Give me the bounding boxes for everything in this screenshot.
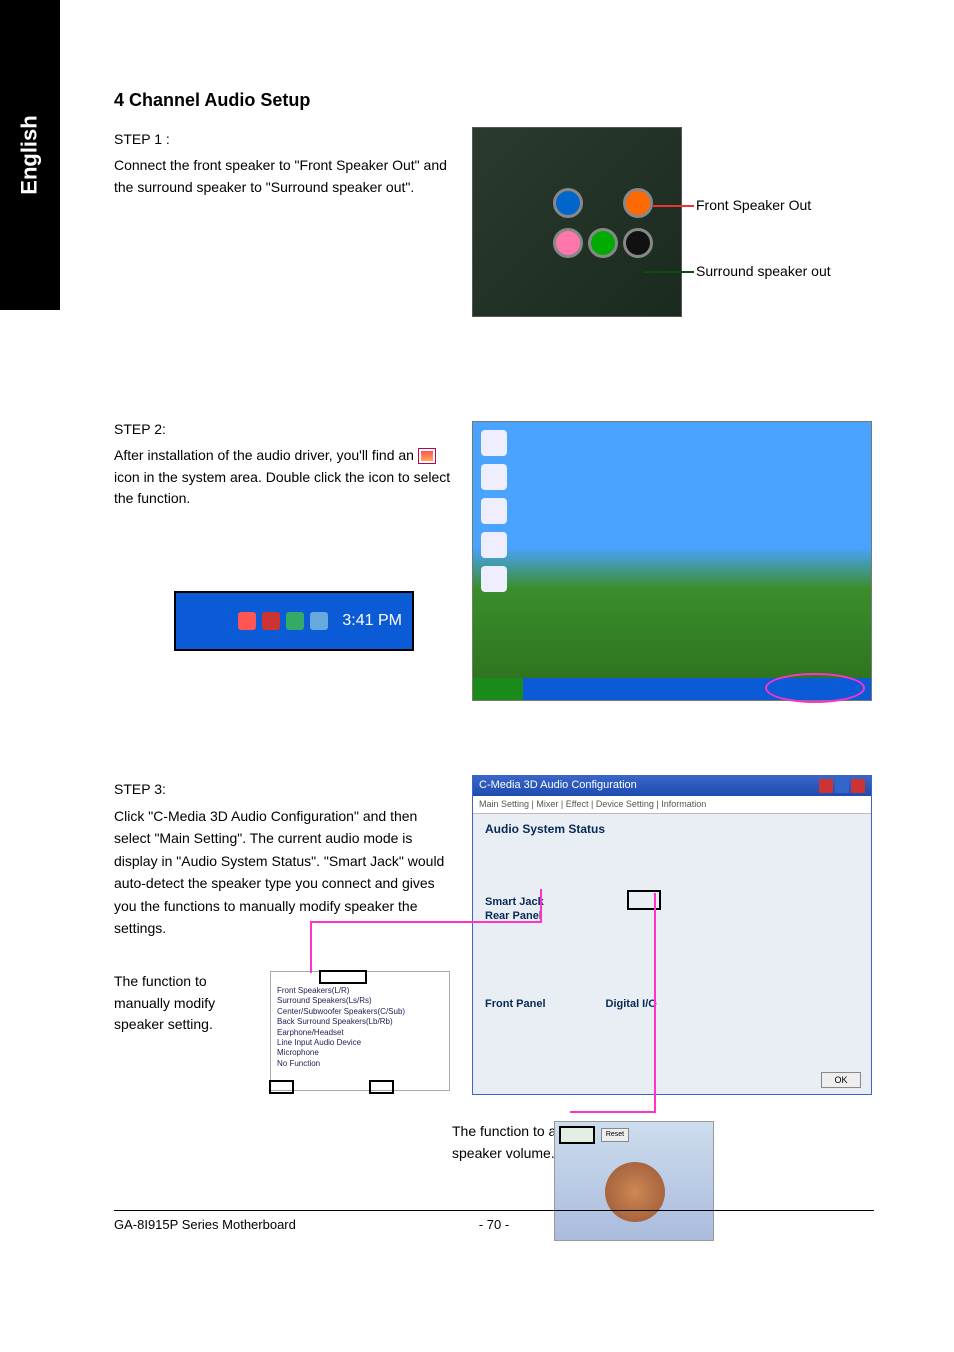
jack-blue-icon: [553, 188, 583, 218]
leader-green: [644, 271, 694, 273]
small-panel-item: Line Input Audio Device: [277, 1038, 443, 1048]
config-panel-screenshot: C-Media 3D Audio Configuration Main Sett…: [472, 775, 872, 1095]
jack-orange-icon: [623, 188, 653, 218]
digital-io-label: Digital I/O: [606, 998, 657, 1010]
jack-black-icon: [623, 228, 653, 258]
small-panel-item: Surround Speakers(Ls/Rs): [277, 996, 443, 1006]
language-tab: English: [0, 0, 60, 310]
step2-text-b: icon in the system area. Double click th…: [114, 469, 450, 507]
desktop-icon: [481, 532, 507, 558]
taskbar-clock: 3:41 PM: [342, 612, 402, 630]
small-panel-item: Front Speakers(L/R): [277, 986, 443, 996]
fn-manual-text: The function to manually modify speaker …: [114, 971, 254, 1036]
small-panel-item: No Function: [277, 1059, 443, 1069]
jack-pink-icon: [553, 228, 583, 258]
small-panel-item: Center/Subwoofer Speakers(C/Sub): [277, 1007, 443, 1017]
config-tabs: Main Setting | Mixer | Effect | Device S…: [473, 796, 871, 814]
step2-text-a: After installation of the audio driver, …: [114, 447, 418, 463]
taskbar-screenshot: 3:41 PM: [174, 591, 414, 651]
step3-block: STEP 3: Click "C-Media 3D Audio Configur…: [114, 781, 874, 1181]
step1-block: STEP 1 : Connect the front speaker to "F…: [114, 131, 874, 331]
close-icon: [851, 779, 865, 793]
window-buttons: [817, 779, 865, 793]
step1-out2-label: Surround speaker out: [696, 263, 856, 279]
small-panel-item: Back Surround Speakers(Lb/Rb): [277, 1017, 443, 1027]
highlight-box-top: [319, 970, 367, 984]
tray-icon-2: [262, 612, 280, 630]
pink-connector-2: [570, 1111, 654, 1113]
max-icon: [835, 779, 849, 793]
xear-tray-icon: [418, 448, 436, 464]
jack-green-icon: [588, 228, 618, 258]
footer-right: [544, 1217, 874, 1232]
tray-icon-3: [286, 612, 304, 630]
leader-red: [652, 205, 694, 207]
small-panel-screenshot: Front Speakers(L/R) Surround Speakers(Ls…: [270, 971, 450, 1091]
step3-text: Click "C-Media 3D Audio Configuration" a…: [114, 805, 454, 939]
highlight-ring-icon: [765, 673, 865, 703]
ok-button[interactable]: OK: [821, 1072, 861, 1088]
desktop-icon: [481, 464, 507, 490]
pink-connector-2v: [654, 893, 656, 1113]
audio-system-status: Audio System Status: [485, 822, 859, 836]
reset-button[interactable]: Reset: [601, 1128, 629, 1142]
step1-panel-photo: [472, 127, 682, 317]
desktop-screenshot: [472, 421, 872, 701]
step2-block: STEP 2: After installation of the audio …: [114, 421, 874, 721]
tray-icon-1: [238, 612, 256, 630]
front-panel-label: Front Panel: [485, 998, 546, 1010]
highlight-box-vol-thumb: [559, 1126, 595, 1144]
pink-connector-1v2: [540, 889, 542, 923]
config-titlebar: C-Media 3D Audio Configuration: [473, 776, 871, 796]
small-panel-item: Earphone/Headset: [277, 1028, 443, 1038]
config-title: C-Media 3D Audio Configuration: [479, 779, 637, 793]
min-icon: [819, 779, 833, 793]
tray-icon-4: [310, 612, 328, 630]
footer-left: GA-8I915P Series Motherboard: [114, 1217, 444, 1232]
footer-center: - 70 -: [444, 1217, 544, 1232]
desktop-icon: [481, 498, 507, 524]
step1-out1-label: Front Speaker Out: [696, 197, 811, 213]
desktop-icon: [481, 566, 507, 592]
page-footer: GA-8I915P Series Motherboard - 70 -: [114, 1210, 874, 1232]
start-button-icon: [473, 678, 523, 700]
pink-connector-1: [310, 921, 540, 923]
small-panel-item: Microphone: [277, 1048, 443, 1058]
step1-text: Connect the front speaker to "Front Spea…: [114, 155, 464, 198]
language-tab-label: English: [17, 115, 43, 194]
step2-text: After installation of the audio driver, …: [114, 445, 464, 510]
pink-connector-1v: [310, 921, 312, 973]
highlight-box-br: [369, 1080, 394, 1094]
page-title: 4 Channel Audio Setup: [114, 90, 874, 111]
highlight-box-bl: [269, 1080, 294, 1094]
desktop-icon: [481, 430, 507, 456]
